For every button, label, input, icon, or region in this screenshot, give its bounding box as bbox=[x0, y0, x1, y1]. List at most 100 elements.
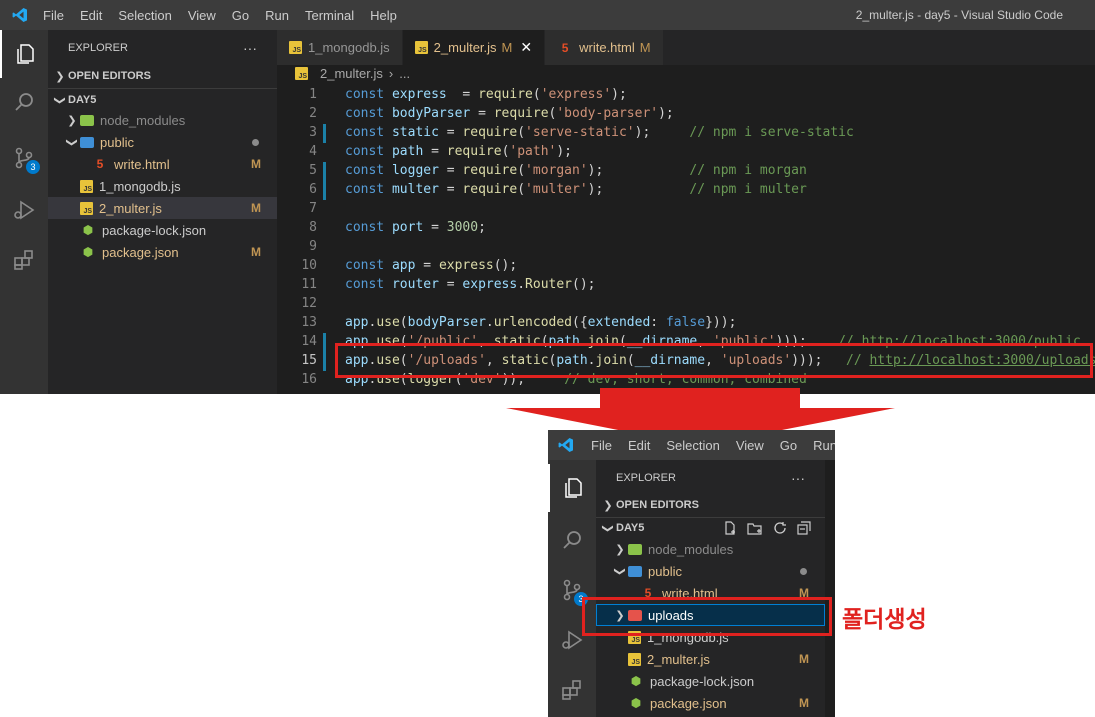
code-token: require bbox=[446, 144, 502, 159]
tree-item-public[interactable]: ❯ public bbox=[48, 131, 277, 153]
search-icon[interactable] bbox=[0, 78, 48, 126]
tree-item-package-lock[interactable]: ⬢ package-lock.json bbox=[596, 670, 825, 692]
js-file-icon: JS bbox=[414, 41, 428, 54]
window-title: 2_multer.js - day5 - Visual Studio Code bbox=[855, 8, 1063, 22]
tree-item-label: package-lock.json bbox=[102, 222, 207, 238]
run-debug-icon[interactable] bbox=[0, 186, 48, 234]
code-token: const bbox=[345, 144, 392, 159]
code-token: const bbox=[345, 106, 392, 121]
tab-write-html[interactable]: 5 write.html M bbox=[545, 30, 664, 65]
more-actions-icon[interactable]: ··· bbox=[243, 40, 257, 56]
code-line: const bodyParser = require('body-parser'… bbox=[345, 106, 674, 121]
menu-help[interactable]: Help bbox=[370, 8, 397, 23]
vscode-window-top: File Edit Selection View Go Run Terminal… bbox=[0, 0, 1095, 394]
code-token: 'serve-static' bbox=[525, 125, 635, 140]
explorer-title: EXPLORER bbox=[616, 472, 676, 484]
explorer-icon[interactable] bbox=[0, 30, 48, 78]
menu-selection[interactable]: Selection bbox=[118, 8, 171, 23]
code-token: logger bbox=[391, 163, 439, 178]
folder-day5[interactable]: ❯ DAY5 bbox=[48, 89, 277, 111]
modified-badge: M bbox=[799, 696, 809, 710]
tree-item-label: 2_multer.js bbox=[99, 200, 162, 216]
extensions-icon[interactable] bbox=[0, 236, 48, 284]
search-icon[interactable] bbox=[548, 516, 596, 564]
code-token: = bbox=[438, 125, 463, 140]
line-number: 2 bbox=[309, 106, 317, 121]
code-token: express bbox=[391, 87, 447, 102]
js-file-icon: JS bbox=[80, 179, 93, 193]
chevron-right-icon: ❯ bbox=[615, 543, 625, 556]
menu-file[interactable]: File bbox=[43, 8, 64, 23]
folder-day5[interactable]: ❯ DAY5 bbox=[596, 517, 825, 539]
open-editors-label: OPEN EDITORS bbox=[616, 499, 699, 511]
code-token: 'morgan' bbox=[525, 163, 588, 178]
line-number: 9 bbox=[309, 239, 317, 254]
tab-2-multer[interactable]: JS 2_multer.js M ✕ bbox=[402, 30, 546, 65]
code-line: const multer = require('multer'); // npm… bbox=[345, 182, 807, 197]
tree-item-1-mongodb[interactable]: JS 1_mongodb.js bbox=[48, 175, 277, 197]
menu-go[interactable]: Go bbox=[232, 8, 249, 23]
line-number: 4 bbox=[309, 144, 317, 159]
menu-go[interactable]: Go bbox=[780, 438, 797, 453]
chevron-right-icon: ❯ bbox=[67, 114, 77, 127]
code-token: require bbox=[462, 182, 518, 197]
breadcrumb-rest[interactable]: ... bbox=[399, 66, 410, 81]
source-control-icon[interactable]: 3 bbox=[0, 134, 48, 182]
extensions-icon[interactable] bbox=[548, 666, 596, 714]
tree-item-node-modules[interactable]: ❯ node_modules bbox=[596, 538, 825, 560]
menu-run[interactable]: Run bbox=[265, 8, 289, 23]
tab-1-mongodb[interactable]: JS 1_mongodb.js bbox=[277, 30, 403, 65]
code-token: false bbox=[665, 315, 706, 330]
menu-edit[interactable]: Edit bbox=[80, 8, 102, 23]
menu-selection[interactable]: Selection bbox=[666, 438, 719, 453]
code-token: express bbox=[462, 277, 518, 292]
tree-item-2-multer[interactable]: JS 2_multer.js M bbox=[596, 648, 825, 670]
code-token: extended bbox=[587, 315, 651, 330]
tree-item-package-lock[interactable]: ⬢ package-lock.json bbox=[48, 219, 277, 241]
scm-badge: 3 bbox=[26, 160, 40, 174]
tree-item-write-html[interactable]: 5 write.html M bbox=[48, 153, 277, 175]
menu-file[interactable]: File bbox=[591, 438, 612, 453]
menu-edit[interactable]: Edit bbox=[628, 438, 650, 453]
tree-item-node-modules[interactable]: ❯ node_modules bbox=[48, 109, 277, 131]
code-token: = bbox=[438, 182, 463, 197]
code-token: // npm i morgan bbox=[689, 163, 807, 178]
menu-view[interactable]: View bbox=[188, 8, 216, 23]
tab-modified-badge: M bbox=[501, 40, 513, 55]
code-token: ( bbox=[532, 87, 541, 102]
modified-badge: M bbox=[251, 157, 261, 171]
menu-run[interactable]: Run bbox=[813, 438, 835, 453]
open-editors-section[interactable]: ❯ OPEN EDITORS bbox=[48, 65, 277, 87]
tree-item-package-json[interactable]: ⬢ package.json M bbox=[596, 692, 825, 714]
tree-item-label: public bbox=[648, 563, 682, 579]
node-json-icon: ⬢ bbox=[630, 696, 642, 710]
code-token: = bbox=[438, 163, 463, 178]
html-file-icon: 5 bbox=[96, 157, 104, 171]
line-number: 5 bbox=[309, 163, 317, 178]
refresh-icon[interactable] bbox=[773, 521, 787, 535]
tree-item-package-json[interactable]: ⬢ package.json M bbox=[48, 241, 277, 263]
tree-item-2-multer[interactable]: JS 2_multer.js M bbox=[48, 197, 277, 219]
code-token: app bbox=[345, 315, 369, 330]
highlight-box-line15 bbox=[335, 343, 1093, 378]
new-file-icon[interactable] bbox=[723, 521, 737, 535]
menu-bar: File Edit Selection View Go Run bbox=[591, 430, 835, 460]
code-token: 'body-parser' bbox=[556, 106, 659, 121]
breadcrumb-file[interactable]: 2_multer.js bbox=[320, 66, 383, 81]
new-folder-icon[interactable] bbox=[747, 521, 763, 535]
collapse-all-icon[interactable] bbox=[797, 521, 811, 535]
explorer-icon[interactable] bbox=[548, 464, 596, 512]
modified-dot-icon bbox=[252, 138, 259, 146]
explorer-title: EXPLORER bbox=[68, 42, 128, 54]
title-bar: File Edit Selection View Go Run bbox=[548, 430, 835, 460]
code-token: ); bbox=[658, 106, 674, 121]
menu-view[interactable]: View bbox=[736, 438, 764, 453]
open-editors-section[interactable]: ❯ OPEN EDITORS bbox=[596, 494, 825, 516]
more-actions-icon[interactable]: ··· bbox=[791, 470, 805, 486]
menu-terminal[interactable]: Terminal bbox=[305, 8, 354, 23]
tree-item-public[interactable]: ❯ public bbox=[596, 560, 825, 582]
js-file-icon: JS bbox=[295, 67, 308, 80]
line-number: 16 bbox=[301, 372, 317, 387]
close-icon[interactable]: ✕ bbox=[520, 39, 532, 56]
modified-badge: M bbox=[799, 652, 809, 666]
